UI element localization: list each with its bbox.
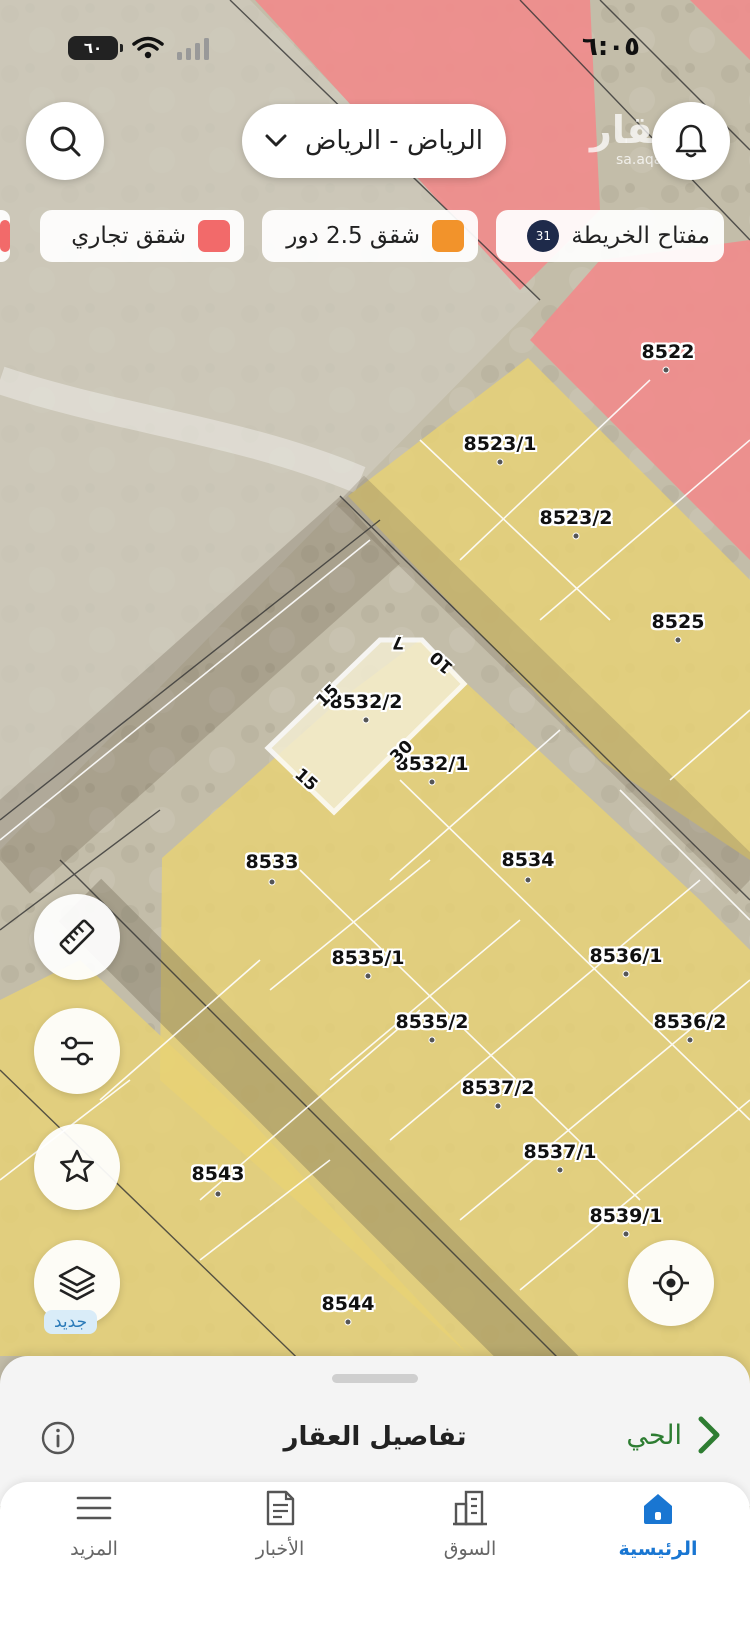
menu-icon xyxy=(76,1496,112,1520)
parcel-centroid xyxy=(214,1190,222,1198)
legend-chip-commercial[interactable]: شقق تجاري xyxy=(40,210,244,262)
wifi-icon xyxy=(132,36,164,59)
parcel-label[interactable]: 8537/1 xyxy=(523,1141,596,1163)
search-button[interactable] xyxy=(26,102,104,180)
tab-market[interactable]: السوق xyxy=(390,1488,550,1598)
tab-news[interactable]: الأخبار xyxy=(200,1488,360,1598)
district-label: الحي xyxy=(626,1419,682,1451)
parcel-centroid xyxy=(494,1102,502,1110)
district-link[interactable]: الحي xyxy=(626,1416,720,1454)
map-key-count: 31 xyxy=(527,220,560,252)
parcel-centroid xyxy=(524,876,532,884)
my-location-button[interactable] xyxy=(628,1240,714,1326)
parcel-centroid xyxy=(344,1318,352,1326)
map-key-chip[interactable]: مفتاح الخريطة 31 xyxy=(496,210,724,262)
tab-label: الرئيسية xyxy=(618,1538,698,1560)
chevron-down-icon xyxy=(265,134,287,147)
tab-home[interactable]: الرئيسية xyxy=(578,1488,738,1598)
bottom-tab-bar: الرئيسية السوق الأخبار المزيد xyxy=(0,1482,750,1626)
parcel-centroid xyxy=(496,458,504,466)
parcel-centroid xyxy=(674,636,682,644)
tab-label: الأخبار xyxy=(255,1538,305,1560)
parcel-centroid xyxy=(622,970,630,978)
parcel-label[interactable]: 8522 xyxy=(642,341,695,363)
measure-button[interactable] xyxy=(34,894,120,980)
crosshair-icon xyxy=(653,1265,689,1301)
parcel-label[interactable]: 8539/1 xyxy=(589,1205,662,1227)
parcel-label[interactable]: 8535/1 xyxy=(331,947,404,969)
parcel-label[interactable]: 8544 xyxy=(322,1293,375,1315)
color-swatch xyxy=(432,220,464,252)
notifications-button[interactable] xyxy=(652,102,730,180)
signal-icon xyxy=(177,38,209,60)
parcel-centroid xyxy=(364,972,372,980)
parcel-centroid xyxy=(362,716,370,724)
parcel-label[interactable]: 8536/2 xyxy=(653,1011,726,1033)
tab-more[interactable]: المزيد xyxy=(14,1488,174,1598)
new-badge: جديد xyxy=(44,1310,98,1334)
dimension-label: 7 xyxy=(392,632,404,652)
parcel-centroid xyxy=(428,778,436,786)
parcel-centroid xyxy=(556,1166,564,1174)
chevron-right-icon xyxy=(698,1416,720,1454)
legend-chip-partial[interactable] xyxy=(0,210,10,262)
parcel-label[interactable]: 8533 xyxy=(246,851,299,873)
legend-label: شقق 2.5 دور xyxy=(286,223,420,249)
star-icon xyxy=(59,1149,95,1183)
city-label: الرياض - الرياض xyxy=(304,126,484,156)
legend-chips: مفتاح الخريطة 31 شقق 2.5 دور شقق تجاري xyxy=(0,210,750,262)
status-bar: ٦٠ ٦:٠٥ xyxy=(0,28,750,72)
parcel-label[interactable]: 8537/2 xyxy=(461,1077,534,1099)
battery-indicator: ٦٠ xyxy=(68,36,123,60)
parcel-label[interactable]: 8523/2 xyxy=(539,507,612,529)
favorites-button[interactable] xyxy=(34,1124,120,1210)
bell-icon xyxy=(675,124,707,158)
tab-label: المزيد xyxy=(70,1538,118,1560)
parcel-label[interactable]: 8525 xyxy=(652,611,705,633)
parcel-centroid xyxy=(662,366,670,374)
parcel-centroid xyxy=(268,878,276,886)
city-selector[interactable]: الرياض - الرياض xyxy=(242,104,506,178)
filter-button[interactable] xyxy=(34,1008,120,1094)
layers-icon xyxy=(58,1265,96,1301)
parcel-centroid xyxy=(428,1036,436,1044)
parcel-label[interactable]: 8534 xyxy=(502,849,555,871)
legend-label: شقق تجاري xyxy=(71,223,186,249)
parcel-centroid xyxy=(572,532,580,540)
parcel-centroid xyxy=(622,1230,630,1238)
parcel-label[interactable]: 8535/2 xyxy=(395,1011,468,1033)
building-icon xyxy=(453,1490,487,1526)
sliders-icon xyxy=(61,1036,93,1066)
home-icon xyxy=(644,1494,672,1524)
parcel-label[interactable]: 8536/1 xyxy=(589,945,662,967)
status-time: ٦:٠٥ xyxy=(581,32,640,62)
ruler-icon xyxy=(59,919,95,955)
color-swatch xyxy=(198,220,230,252)
tab-label: السوق xyxy=(443,1538,497,1560)
news-icon xyxy=(266,1490,295,1526)
legend-chip-apartments[interactable]: شقق 2.5 دور xyxy=(262,210,478,262)
parcel-centroid xyxy=(686,1036,694,1044)
color-swatch xyxy=(0,220,10,252)
map-key-label: مفتاح الخريطة xyxy=(571,223,710,249)
parcel-label[interactable]: 8523/1 xyxy=(463,433,536,455)
sheet-drag-handle[interactable] xyxy=(332,1374,418,1383)
parcel-label[interactable]: 8543 xyxy=(192,1163,245,1185)
search-icon xyxy=(50,126,81,157)
